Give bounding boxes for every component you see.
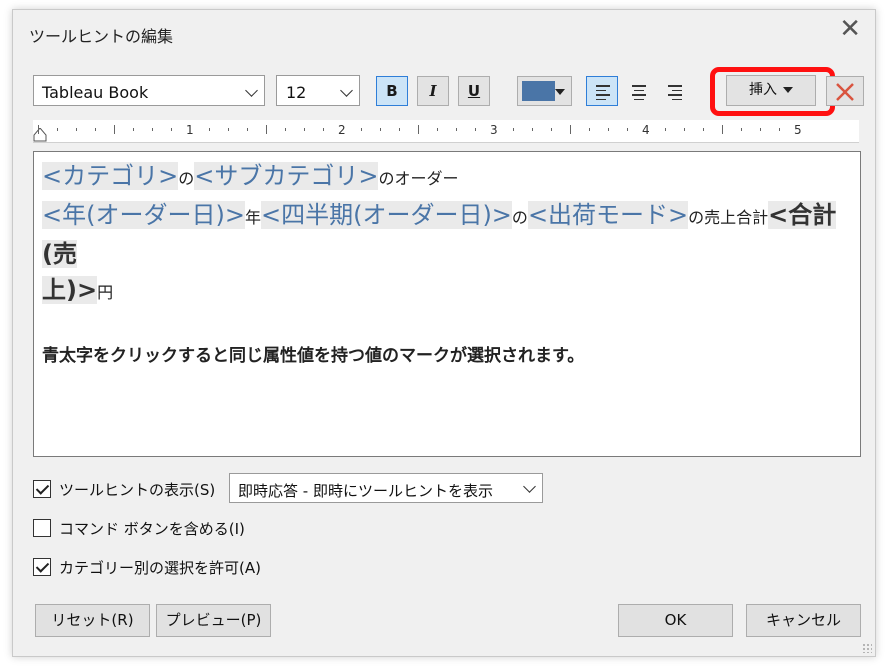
align-left-button[interactable] [586,76,618,106]
tooltip-display-mode-select[interactable]: 即時応答 - 即時にツールヒントを表示 [229,473,543,503]
editor-line-1: <カテゴリ>の<サブカテゴリ>のオーダー [42,158,852,197]
ruler-tick [475,128,476,131]
ruler-tick [570,125,571,134]
ruler-tick [209,128,210,131]
align-left-icon [596,85,610,103]
chevron-down-icon [340,84,353,97]
bold-button[interactable]: B [376,76,408,106]
field-year-order-date[interactable]: <年(オーダー日)> [42,201,245,229]
show-tooltip-label: ツールヒントの表示(S) [59,481,216,499]
ruler-tick [323,128,324,131]
ruler-tick [513,128,514,131]
field-category[interactable]: <カテゴリ> [42,162,179,190]
ruler-number: 4 [642,123,650,137]
ruler-tick [418,125,419,134]
font-size-select[interactable]: 12 [276,75,360,106]
editor-text: の [511,208,528,227]
editor-text: 年 [244,208,261,227]
editor-text: のオーダー [378,169,459,188]
ruler-tick [551,128,552,131]
align-center-icon [632,85,646,103]
editor-text: の [178,169,195,188]
ruler-tick [608,128,609,131]
editor-line-2: <年(オーダー日)>年<四半期(オーダー日)>の<出荷モード>の売上合計<合計(… [42,197,852,311]
color-swatch [522,81,555,101]
align-right-icon [668,85,682,103]
ruler-tick [684,128,685,131]
ruler-number: 1 [186,123,194,137]
indent-marker-icon[interactable] [33,128,47,142]
editor-text: の売上合計 [688,208,769,227]
ruler-tick [532,128,533,131]
allow-category-select-label: カテゴリー別の選択を許可(A) [59,559,261,577]
italic-button[interactable]: I [417,76,449,106]
ruler-tick [95,128,96,131]
ruler-tick [437,128,438,131]
ruler-tick [152,128,153,131]
editor-text: 円 [97,283,114,302]
resize-grip-icon[interactable] [862,643,872,653]
close-icon[interactable]: ✕ [839,16,861,42]
field-ship-mode[interactable]: <出荷モード> [527,201,689,229]
underline-button[interactable]: U [458,76,490,106]
font-family-select[interactable]: Tableau Book [33,75,265,106]
align-right-button[interactable] [658,76,690,106]
dialog-title: ツールヒントの編集 [29,27,174,46]
ruler-tick [133,128,134,131]
font-size-value: 12 [286,83,307,102]
editor-note: 青太字をクリックすると同じ属性値を持つ値のマークが選択されます。 [42,346,585,366]
field-quarter-order-date[interactable]: <四半期(オーダー日)> [260,201,512,229]
ruler-tick [38,125,39,134]
ruler-tick [266,125,267,134]
allow-category-select-checkbox[interactable] [33,558,51,576]
ruler-tick [361,128,362,131]
ruler-tick [589,128,590,131]
ruler-number: 2 [338,123,346,137]
insert-highlight-frame [710,67,835,116]
reset-button[interactable]: リセット(R) [35,604,150,637]
ruler-tick [171,128,172,131]
ruler-tick [399,128,400,131]
show-tooltip-checkbox[interactable] [33,480,51,498]
ruler-tick [228,128,229,131]
ruler-tick [380,128,381,131]
field-sum-sales-cont[interactable]: 上)> [42,276,98,304]
cancel-button[interactable]: キャンセル [746,604,861,637]
title-bar: ツールヒントの編集 ✕ [13,10,875,54]
ruler-tick [304,128,305,131]
ruler-tick [456,128,457,131]
chevron-down-icon [245,84,258,97]
ruler-tick [627,128,628,131]
field-subcategory[interactable]: <サブカテゴリ> [194,162,379,190]
ruler: 1 2 3 4 5 [33,120,859,143]
ruler-tick [722,125,723,134]
ruler-tick [285,128,286,131]
font-family-value: Tableau Book [42,83,149,102]
align-center-button[interactable] [622,76,654,106]
clear-button[interactable] [826,76,864,106]
tooltip-editor[interactable]: <カテゴリ>の<サブカテゴリ>のオーダー <年(オーダー日)>年<四半期(オーダ… [33,151,861,457]
edit-tooltip-dialog: ツールヒントの編集 ✕ Tableau Book 12 B I U 挿入 1 2… [12,9,876,657]
command-buttons-label: コマンド ボタンを含める(I) [59,520,245,538]
dropdown-caret-icon [555,89,565,95]
text-color-button[interactable] [517,76,572,106]
ruler-tick [76,128,77,131]
ruler-tick [703,128,704,131]
ok-button[interactable]: OK [618,604,733,637]
ruler-tick [247,128,248,131]
command-buttons-checkbox[interactable] [33,519,51,537]
ruler-tick [741,128,742,131]
chevron-down-icon [523,480,536,493]
ruler-number: 5 [794,123,802,137]
display-mode-value: 即時応答 - 即時にツールヒントを表示 [238,482,493,500]
ruler-tick [57,128,58,131]
format-toolbar: Tableau Book 12 B I U 挿入 [33,67,864,116]
ruler-tick [114,125,115,134]
preview-button[interactable]: プレビュー(P) [156,604,271,637]
delete-x-icon [836,83,854,101]
ruler-tick [760,128,761,131]
ruler-tick [779,128,780,131]
ruler-tick [665,128,666,131]
ruler-number: 3 [490,123,498,137]
